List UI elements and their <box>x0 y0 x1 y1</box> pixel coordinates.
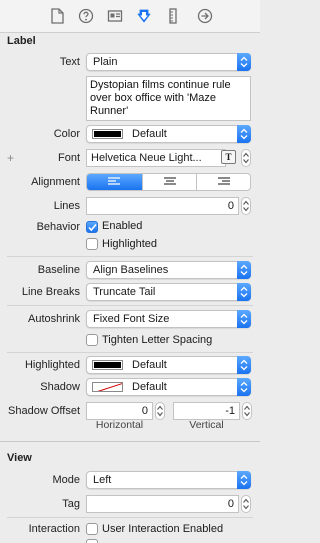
align-left-icon <box>108 177 120 185</box>
divider <box>7 305 253 306</box>
chevron-updown-icon <box>237 283 251 301</box>
color-label: Color <box>53 128 80 140</box>
font-picker-button[interactable]: T <box>221 150 236 164</box>
line-breaks-value: Truncate Tail <box>93 286 156 298</box>
tag-field[interactable]: 0 <box>86 495 239 513</box>
vertical-caption: Vertical <box>189 419 224 431</box>
identity-icon[interactable] <box>107 8 123 24</box>
shadow-offset-horizontal-value: 0 <box>141 405 148 417</box>
font-value: Helvetica Neue Light... <box>91 152 202 164</box>
shadow-offset-horizontal-field[interactable]: 0 <box>86 402 153 420</box>
text-value-field[interactable]: Dystopian films continue rule over box o… <box>86 76 251 121</box>
align-center-button[interactable] <box>143 174 198 190</box>
shadow-label: Shadow <box>40 381 80 393</box>
color-swatch <box>92 129 123 139</box>
tighten-letter-spacing-label: Tighten Letter Spacing <box>102 334 213 346</box>
divider <box>7 517 253 518</box>
divider <box>7 352 253 353</box>
text-label: Text <box>59 56 80 68</box>
autoshrink-popup[interactable]: Fixed Font Size <box>86 310 251 328</box>
file-icon[interactable] <box>50 8 66 24</box>
chevron-updown-icon <box>237 356 251 374</box>
enabled-checkbox[interactable] <box>86 221 98 233</box>
font-field[interactable]: Helvetica Neue Light... <box>86 149 226 167</box>
lines-value: 0 <box>227 200 234 212</box>
tag-value: 0 <box>227 498 234 510</box>
align-left-button[interactable] <box>87 174 142 190</box>
highlighted-checkbox[interactable] <box>86 238 98 250</box>
shadow-offset-horizontal-stepper[interactable] <box>155 402 165 420</box>
size-ruler-icon[interactable] <box>168 8 184 24</box>
font-label: Font <box>57 152 80 164</box>
text-type-popup[interactable]: Plain <box>86 53 251 71</box>
chevron-updown-icon <box>237 310 251 328</box>
chevron-updown-icon <box>237 125 251 143</box>
mode-value: Left <box>93 474 112 486</box>
font-size-stepper[interactable] <box>241 149 251 167</box>
line-breaks-label: Line Breaks <box>21 286 80 298</box>
color-popup[interactable]: Default <box>86 125 251 143</box>
alignment-segmented-control <box>86 173 251 191</box>
multiple-touch-checkbox[interactable] <box>86 539 98 543</box>
section-divider <box>0 441 260 442</box>
autoshrink-label: Autoshrink <box>28 313 80 325</box>
inspector-toolbar <box>0 0 260 33</box>
autoshrink-value: Fixed Font Size <box>93 313 170 325</box>
user-interaction-checkbox[interactable] <box>86 523 98 535</box>
lines-field[interactable]: 0 <box>86 197 239 215</box>
chevron-updown-icon <box>237 53 251 71</box>
tighten-letter-spacing-checkbox[interactable] <box>86 334 98 346</box>
alignment-label: Alignment <box>31 176 80 188</box>
shadow-color-popup[interactable]: Default <box>86 378 251 396</box>
mode-label: Mode <box>52 474 80 486</box>
baseline-popup[interactable]: Align Baselines <box>86 261 251 279</box>
shadow-offset-vertical-stepper[interactable] <box>242 402 252 420</box>
chevron-updown-icon <box>237 378 251 396</box>
tag-label: Tag <box>62 498 80 510</box>
align-center-icon <box>164 177 176 185</box>
enabled-checkbox-label: Enabled <box>102 220 143 232</box>
text-type-value: Plain <box>93 56 118 68</box>
color-value: Default <box>132 128 167 140</box>
highlighted-color-popup[interactable]: Default <box>86 356 251 374</box>
highlighted-color-value: Default <box>132 359 167 371</box>
attributes-icon[interactable] <box>136 8 152 24</box>
highlighted-color-swatch <box>92 360 123 370</box>
behavior-label: Behavior <box>36 221 80 233</box>
baseline-value: Align Baselines <box>93 264 169 276</box>
view-section-title: View <box>7 452 32 464</box>
chevron-updown-icon <box>237 261 251 279</box>
lines-label: Lines <box>53 200 80 212</box>
highlighted-color-label: Highlighted <box>24 359 80 371</box>
user-interaction-label: User Interaction Enabled <box>102 523 224 535</box>
shadow-offset-label: Shadow Offset <box>8 405 80 417</box>
no-color-swatch <box>92 382 123 392</box>
align-right-icon <box>218 177 230 185</box>
highlighted-checkbox-label: Highlighted <box>102 238 158 250</box>
horizontal-caption: Horizontal <box>95 419 144 431</box>
divider <box>7 256 253 257</box>
help-icon[interactable] <box>78 8 94 24</box>
label-section-title: Label <box>7 35 36 47</box>
checkmark-icon <box>88 223 97 232</box>
line-breaks-popup[interactable]: Truncate Tail <box>86 283 251 301</box>
lines-stepper[interactable] <box>241 197 251 215</box>
chevron-updown-icon <box>237 471 251 489</box>
tag-stepper[interactable] <box>241 495 251 513</box>
shadow-color-value: Default <box>132 381 167 393</box>
shadow-offset-vertical-value: -1 <box>225 405 235 417</box>
align-right-button[interactable] <box>197 174 250 190</box>
interaction-label: Interaction <box>28 523 80 535</box>
mode-popup[interactable]: Left <box>86 471 251 489</box>
connections-arrow-icon[interactable] <box>197 8 213 24</box>
shadow-offset-vertical-field[interactable]: -1 <box>173 402 240 420</box>
baseline-label: Baseline <box>37 264 80 276</box>
